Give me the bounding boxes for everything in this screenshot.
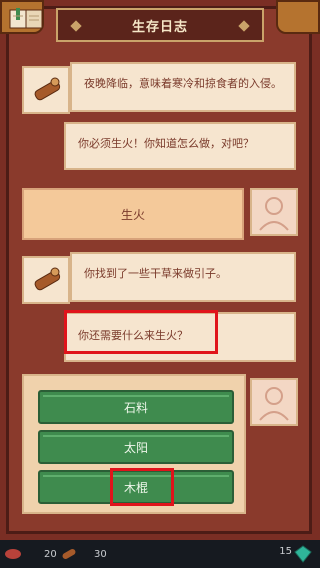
message-text: 你必须生火！你知道怎么做，对吧？ bbox=[78, 137, 254, 150]
resource-bar: 20 30 15 bbox=[0, 540, 320, 568]
corner-ornament-right bbox=[276, 0, 320, 34]
choice-button-stone[interactable]: 石料 bbox=[38, 390, 234, 424]
message-icon-box bbox=[22, 256, 70, 304]
title-bar: 生存日志 bbox=[56, 8, 264, 42]
choices-panel: 石料 太阳 木棍 bbox=[22, 374, 246, 514]
choice-button-sun[interactable]: 太阳 bbox=[38, 430, 234, 464]
player-response-bubble: 生火 bbox=[22, 188, 244, 240]
resource-wood-count: 30 bbox=[94, 548, 107, 560]
title-ornament-right bbox=[238, 20, 250, 32]
gem-icon bbox=[294, 545, 312, 563]
player-portrait bbox=[250, 378, 298, 426]
gem-count: 15 bbox=[279, 546, 292, 557]
message-text: 你找到了一些干草来做引子。 bbox=[84, 267, 227, 280]
meat-icon bbox=[5, 549, 21, 559]
wood-icon bbox=[62, 549, 76, 559]
player-avatar-icon bbox=[259, 387, 289, 421]
message-text: 夜晚降临，意味着寒冷和掠食者的入侵。 bbox=[84, 77, 282, 90]
resource-meat-count: 20 bbox=[44, 548, 57, 560]
message-text: 你还需要什么来生火？ bbox=[78, 329, 188, 342]
message-bubble: 你找到了一些干草来做引子。 bbox=[70, 252, 296, 302]
player-portrait bbox=[250, 188, 298, 236]
player-response-text: 生火 bbox=[120, 207, 145, 222]
player-avatar-icon bbox=[259, 197, 289, 231]
resource-wood: 30 bbox=[60, 544, 107, 564]
log-wood-icon bbox=[34, 267, 61, 291]
log-wood-icon bbox=[34, 77, 61, 101]
message-bubble: 你还需要什么来生火？ bbox=[64, 312, 296, 362]
journal-frame: 生存日志 夜晚降临，意味着寒冷和掠食者的入侵。 你必须生火！你知道怎么做，对吧？… bbox=[0, 0, 320, 540]
title-ornament-left bbox=[70, 20, 82, 32]
choice-button-stick[interactable]: 木棍 bbox=[38, 470, 234, 504]
page-title: 生存日志 bbox=[131, 19, 188, 35]
book-icon[interactable] bbox=[6, 4, 46, 34]
resource-meat: 20 bbox=[4, 544, 57, 564]
message-bubble: 夜晚降临，意味着寒冷和掠食者的入侵。 bbox=[70, 62, 296, 112]
message-icon-box bbox=[22, 66, 70, 114]
message-bubble: 你必须生火！你知道怎么做，对吧？ bbox=[64, 122, 296, 170]
